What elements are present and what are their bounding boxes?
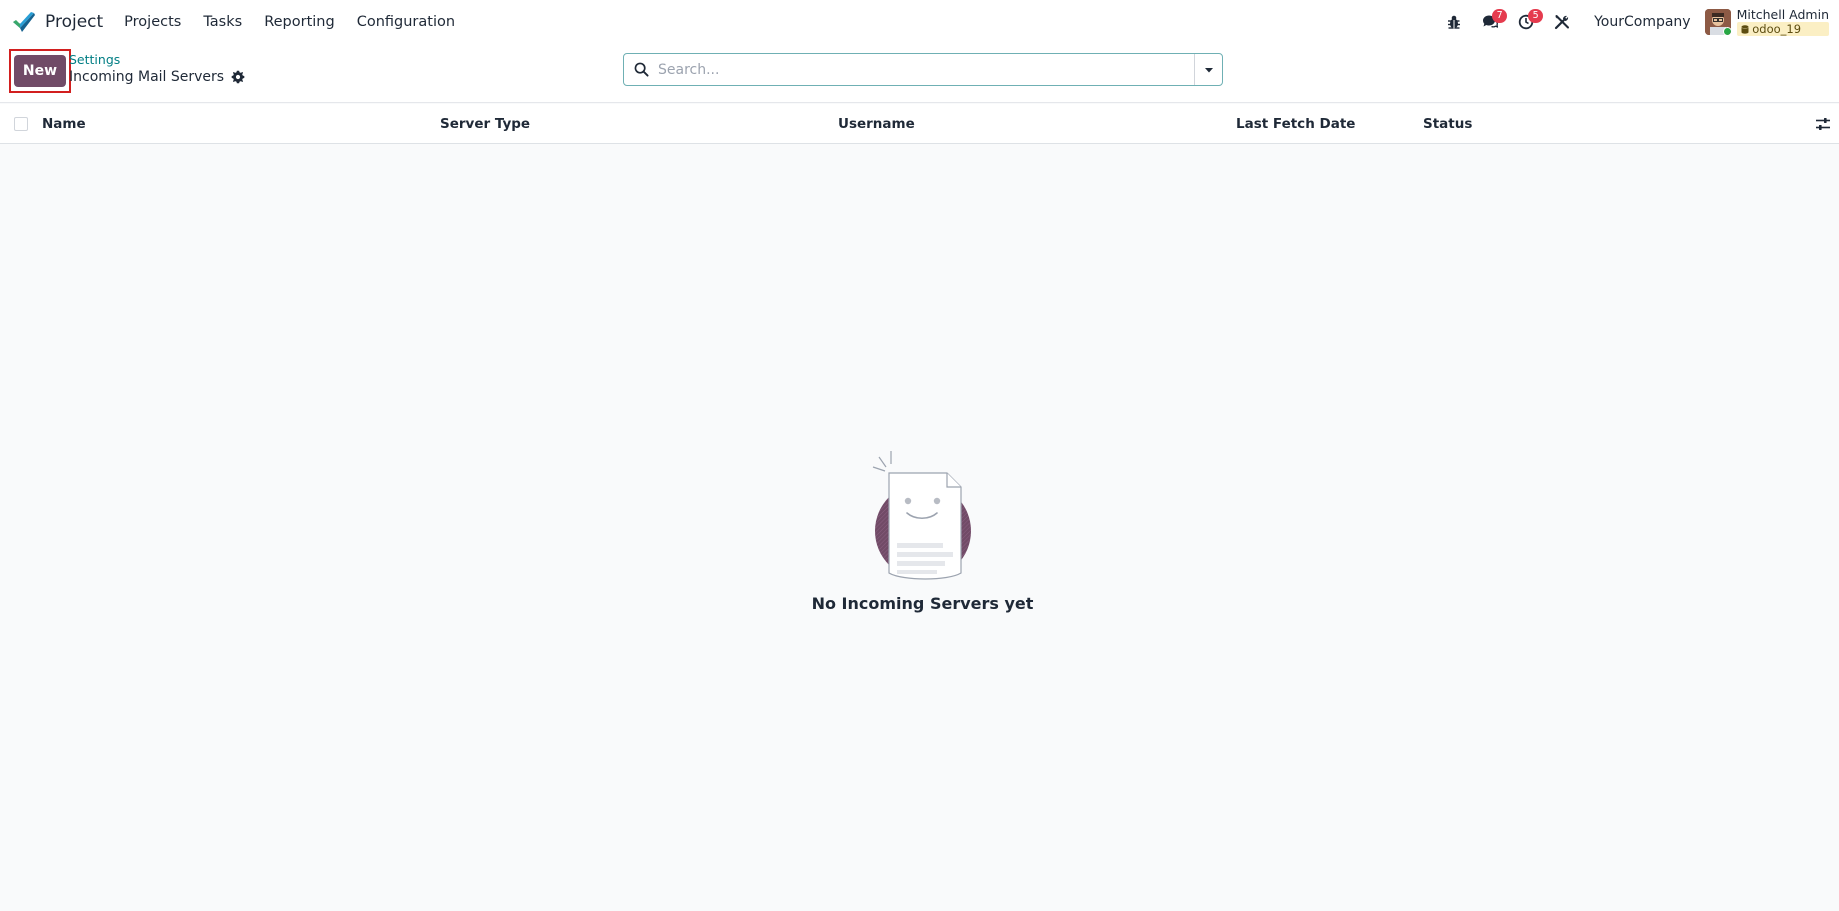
checkmark-logo-icon: [13, 12, 35, 32]
menu-item-reporting[interactable]: Reporting: [253, 0, 346, 44]
search-options-toggle[interactable]: [1194, 54, 1222, 85]
activities-count-badge: 5: [1528, 9, 1544, 23]
menu-item-projects[interactable]: Projects: [113, 0, 192, 44]
column-server-type[interactable]: Server Type: [440, 104, 530, 144]
debug-button[interactable]: [1436, 0, 1472, 44]
tools-button[interactable]: [1544, 0, 1580, 44]
app-name: Project: [45, 12, 104, 32]
column-status[interactable]: Status: [1423, 104, 1472, 144]
column-username[interactable]: Username: [838, 104, 915, 144]
gear-icon[interactable]: [231, 70, 245, 84]
column-name[interactable]: Name: [42, 104, 86, 144]
new-button[interactable]: New: [14, 55, 66, 87]
database-badge: odoo_19: [1736, 22, 1829, 36]
online-status-dot: [1722, 27, 1731, 35]
database-name: odoo_19: [1752, 22, 1802, 36]
company-switcher[interactable]: YourCompany: [1594, 14, 1691, 30]
page-title: Incoming Mail Servers: [69, 69, 225, 85]
tools-icon: [1554, 15, 1570, 30]
user-info: Mitchell Admin odoo_19: [1736, 7, 1829, 36]
search-input[interactable]: [658, 54, 1194, 85]
breadcrumb-current: Incoming Mail Servers: [69, 68, 245, 86]
user-menu[interactable]: Mitchell Admin odoo_19: [1704, 7, 1829, 36]
top-navbar: Project Projects Tasks Reporting Configu…: [0, 0, 1839, 44]
column-last-fetch-date[interactable]: Last Fetch Date: [1236, 104, 1355, 144]
empty-state: No Incoming Servers yet: [0, 145, 1839, 911]
list-header: Name Server Type Username Last Fetch Dat…: [0, 104, 1839, 144]
breadcrumb-settings-link[interactable]: Settings: [69, 53, 245, 67]
app-brand[interactable]: Project: [12, 0, 103, 44]
optional-columns-icon[interactable]: [1815, 116, 1831, 132]
caret-down-icon: [1204, 67, 1213, 72]
messages-count-badge: 7: [1492, 9, 1508, 23]
bug-icon: [1448, 15, 1461, 29]
main-menu: Projects Tasks Reporting Configuration: [113, 0, 466, 44]
search-bar: [623, 53, 1223, 86]
search-icon: [624, 62, 658, 77]
avatar: [1704, 9, 1731, 35]
new-button-highlight: New: [9, 49, 71, 93]
database-icon: [1741, 25, 1749, 34]
messages-button[interactable]: 7: [1472, 0, 1508, 44]
user-name: Mitchell Admin: [1736, 7, 1829, 22]
menu-item-configuration[interactable]: Configuration: [346, 0, 466, 44]
systray: 7 5 YourCompany Mitchell Admin odoo_19: [1436, 0, 1839, 44]
breadcrumb: Settings Incoming Mail Servers: [69, 53, 245, 86]
menu-item-tasks[interactable]: Tasks: [192, 0, 253, 44]
empty-state-title: No Incoming Servers yet: [811, 594, 1034, 613]
select-all-checkbox[interactable]: [14, 117, 28, 131]
empty-document-illustration: [872, 451, 971, 580]
control-panel: New Settings Incoming Mail Servers: [0, 44, 1839, 103]
activities-button[interactable]: 5: [1508, 0, 1544, 44]
